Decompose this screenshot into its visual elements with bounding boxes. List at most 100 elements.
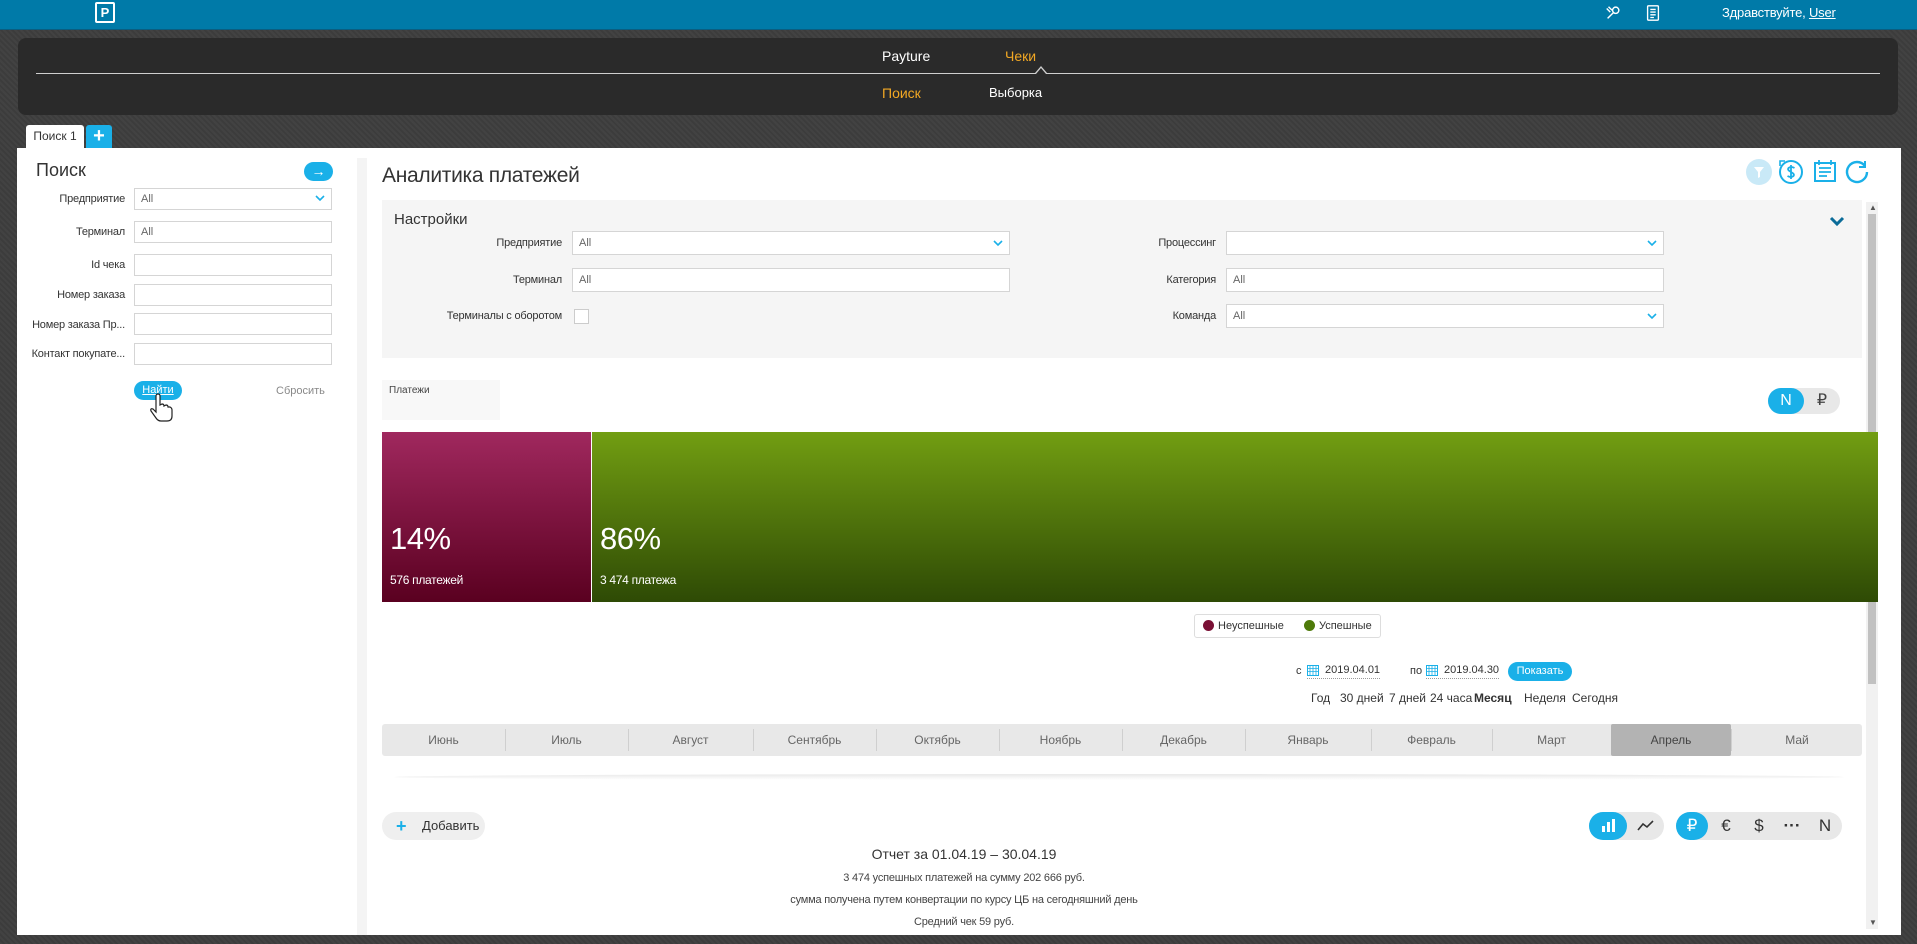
chart-type-toggle [1589,812,1664,840]
search-sidebar: Поиск → Предприятие All Терминал All Id … [17,148,351,935]
receipt-id-input[interactable] [134,254,332,276]
wrench-icon[interactable] [1604,4,1622,22]
collapse-arrow-button[interactable]: → [304,162,333,181]
legend-success[interactable]: Успешные [1319,620,1372,632]
date-from-field[interactable]: 2019.04.01 [1307,664,1381,679]
field-label-receipt-id: Id чека [91,259,125,271]
settings-label-category: Категория [1166,274,1216,286]
euro-button[interactable]: € [1710,812,1742,840]
calendar-icon [1307,665,1319,676]
period-week[interactable]: Неделя [1524,691,1566,705]
line-chart-icon[interactable] [1627,812,1663,840]
active-terminals-checkbox[interactable] [574,309,589,324]
document-icon[interactable] [1644,4,1662,22]
calendar-icon [1426,665,1438,676]
settings-enterprise-select[interactable]: All [572,231,1010,255]
chart-legend: Неуспешные Успешные [1194,614,1381,638]
refresh-icon[interactable] [1842,157,1872,187]
month-9[interactable]: Март [1492,724,1611,756]
chevron-down-icon[interactable] [1828,212,1846,230]
bar-percent-label: 14% [390,521,451,556]
dollar-button[interactable]: $ [1743,812,1775,840]
month-5[interactable]: Ноябрь [999,724,1122,756]
logo[interactable]: P [95,2,115,23]
field-label-enterprise: Предприятие [59,193,125,205]
payments-bar-chart: 14% 576 платежей 86% 3 474 платежа [382,432,1878,602]
nav-divider [36,73,1880,74]
bar-segment-success[interactable]: 86% 3 474 платежа [592,432,1878,602]
nav-receipts[interactable]: Чеки [1005,48,1036,64]
month-6[interactable]: Декабрь [1122,724,1245,756]
legend-failed[interactable]: Неуспешные [1218,620,1284,632]
month-7[interactable]: Январь [1245,724,1371,756]
period-month[interactable]: Месяц [1474,691,1512,705]
analytics-panel: Аналитика платежей Настройки Предприятие… [364,148,1884,935]
date-from-value: 2019.04.01 [1325,664,1381,676]
period-7-days[interactable]: 7 дней [1389,691,1426,705]
period-30-days[interactable]: 30 дней [1340,691,1384,705]
add-button-label: Добавить [422,818,480,833]
filter-icon[interactable] [1744,157,1774,187]
greeting: Здравствуйте, User [1722,5,1836,20]
sidebar-title: Поиск [36,160,86,180]
add-tab-button[interactable]: + [86,125,112,148]
hand-cursor-icon [150,393,173,422]
chevron-down-icon [993,240,1003,247]
ruble-button[interactable]: ₽ [1676,812,1708,840]
command-select-value: All [1233,310,1246,322]
settings-terminal-input[interactable]: All [572,268,1010,292]
scroll-up-arrow[interactable]: ▲ [1869,203,1877,212]
enterprise-select[interactable]: All [134,188,332,210]
date-to-prefix: по [1410,665,1423,677]
bar-segment-failed[interactable]: 14% 576 платежей [382,432,591,602]
month-3[interactable]: Сентябрь [753,724,876,756]
show-button[interactable]: Показать [1508,662,1572,681]
month-10[interactable]: Апрель [1611,724,1731,756]
month-1[interactable]: Июль [505,724,628,756]
period-today[interactable]: Сегодня [1572,691,1618,705]
order-number-input[interactable] [134,284,332,306]
greeting-text: Здравствуйте, [1722,5,1806,20]
count-button[interactable]: N [1809,812,1841,840]
month-0[interactable]: Июнь [382,724,505,756]
receipt-icon[interactable] [1810,157,1840,187]
period-year[interactable]: Год [1311,691,1330,705]
provider-order-input[interactable] [134,313,332,335]
period-24-hours[interactable]: 24 часа [1430,691,1472,705]
count-toggle-button[interactable]: N [1768,388,1804,414]
month-4[interactable]: Октябрь [876,724,999,756]
nav-payture[interactable]: Payture [882,48,930,64]
ruble-toggle-button[interactable]: ₽ [1804,388,1840,414]
chevron-down-icon [315,195,325,202]
category-input[interactable]: All [1226,268,1664,292]
more-currencies-button[interactable]: ··· [1776,812,1808,840]
currency-toggle: ₽ € $ ··· N [1676,812,1842,840]
nav-search[interactable]: Поиск [882,85,921,101]
nav-panel: Payture Чеки Поиск Выборка [18,38,1898,115]
month-2[interactable]: Август [628,724,753,756]
scroll-down-arrow[interactable]: ▼ [1869,918,1877,927]
payments-label: Платежи [382,380,500,420]
date-to-field[interactable]: 2019.04.30 [1426,664,1500,679]
add-button[interactable]: + Добавить [382,812,485,840]
customer-contact-input[interactable] [134,343,332,365]
settings-enterprise-value: All [579,237,592,249]
command-select[interactable]: All [1226,304,1664,328]
plus-icon: + [396,816,407,836]
processing-select[interactable] [1226,231,1664,255]
bar-count-label: 576 платежей [390,573,463,587]
reset-link[interactable]: Сбросить [276,385,325,397]
legend-dot-success [1303,620,1315,631]
nav-selection[interactable]: Выборка [989,85,1042,100]
nav-active-indicator [1035,66,1047,74]
terminal-input[interactable]: All [134,221,332,243]
user-link[interactable]: User [1809,5,1836,20]
month-11[interactable]: Май [1731,724,1863,756]
month-8[interactable]: Февраль [1371,724,1492,756]
tab-search-1[interactable]: Поиск 1 [26,125,84,148]
field-label-terminal: Терминал [75,226,125,238]
bar-chart-icon[interactable] [1589,812,1627,840]
settings-label-processing: Процессинг [1158,237,1216,249]
dollar-circle-icon[interactable] [1776,157,1806,187]
settings-label-active-terminals: Терминалы с оборотом [446,310,563,322]
